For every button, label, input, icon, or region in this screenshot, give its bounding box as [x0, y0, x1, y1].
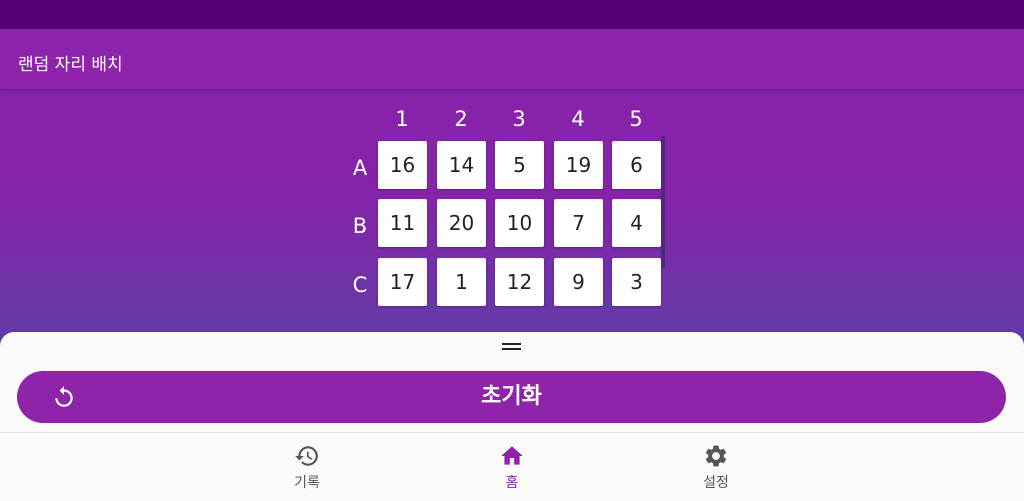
home-icon: [501, 446, 523, 465]
seat-cell[interactable]: 16: [378, 141, 427, 189]
bottom-navigation: 기록 홈 설정: [0, 432, 1024, 501]
column-label: 4: [571, 107, 585, 131]
seat-cell[interactable]: 1: [437, 258, 486, 306]
column-label: 1: [395, 107, 409, 131]
nav-label: 기록: [294, 475, 320, 491]
status-bar: [0, 0, 1024, 29]
row-label: A: [352, 156, 368, 180]
seat-cell[interactable]: 19: [554, 141, 603, 189]
seat-cell[interactable]: 20: [437, 199, 486, 247]
column-label: 3: [512, 107, 526, 131]
nav-label: 홈: [505, 475, 519, 491]
seat-cell[interactable]: 12: [495, 258, 544, 306]
seat-cell[interactable]: 9: [554, 258, 603, 306]
row-label: C: [352, 273, 368, 297]
app-bar: 랜덤 자리 배치: [0, 29, 1024, 89]
column-label: 5: [629, 107, 643, 131]
nav-item-settings[interactable]: 설정: [676, 441, 756, 497]
reset-button-label: 초기화: [481, 384, 542, 409]
drag-handle[interactable]: [502, 343, 521, 351]
seat-cell[interactable]: 10: [495, 199, 544, 247]
seat-grid: 1 2 3 4 5 A 16 14 5 19 6 B 11 20 10 7 4 …: [0, 89, 1024, 334]
seat-cell[interactable]: 17: [378, 258, 427, 306]
nav-item-home[interactable]: 홈: [472, 441, 552, 497]
nav-label: 설정: [703, 475, 729, 491]
seat-cell[interactable]: 6: [612, 141, 661, 189]
app-title: 랜덤 자리 배치: [18, 55, 123, 75]
seat-cell[interactable]: 3: [612, 258, 661, 306]
nav-item-history[interactable]: 기록: [267, 441, 347, 497]
seat-cell[interactable]: 7: [554, 199, 603, 247]
seat-cell[interactable]: 4: [612, 199, 661, 247]
reset-button[interactable]: 초기화: [17, 371, 1006, 423]
scrollbar[interactable]: [661, 136, 665, 268]
column-label: 2: [454, 107, 468, 131]
seat-cell[interactable]: 14: [437, 141, 486, 189]
history-icon: [295, 446, 318, 466]
bottom-sheet: 초기화: [0, 332, 1024, 432]
settings-icon: [705, 445, 727, 467]
row-label: B: [352, 214, 368, 238]
seat-cell[interactable]: 5: [495, 141, 544, 189]
seat-cell[interactable]: 11: [378, 199, 427, 247]
